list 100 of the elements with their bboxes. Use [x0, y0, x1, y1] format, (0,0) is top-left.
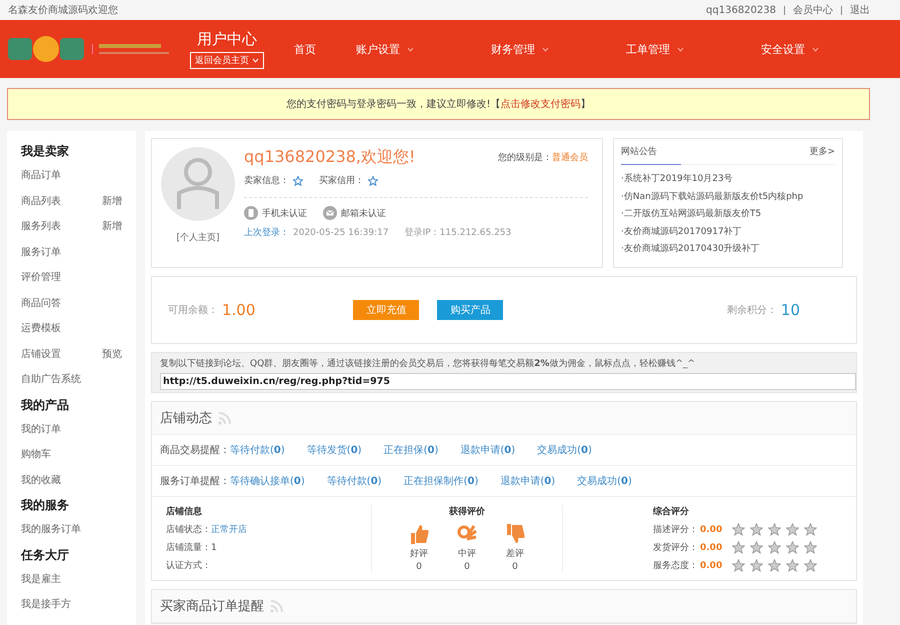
alert-text: 您的支付密码与登录密码一致，建议立即修改!【点击修改支付密码】	[286, 98, 590, 111]
section-title: 获得评价	[449, 505, 485, 518]
reminder-link[interactable]: 正在担保制作(0)	[404, 474, 478, 488]
star-icon	[732, 559, 746, 572]
auth-method: 认证方式：	[166, 560, 212, 572]
caret-icon	[407, 46, 414, 52]
star-icon	[732, 523, 746, 536]
star-icon	[768, 523, 782, 536]
score-label: 发货评分：	[653, 542, 698, 554]
reminder-link[interactable]: 正在担保(0)	[384, 443, 438, 457]
sidebar-action[interactable]: 新增	[102, 188, 122, 214]
caret-icon	[252, 58, 259, 62]
homepage-link[interactable]: [个人主页]	[176, 231, 220, 244]
top-link[interactable]: 退出	[850, 3, 870, 17]
last-login-label: 上次登录：	[244, 226, 289, 239]
referral-url-field[interactable]: http://t5.duweixin.cn/reg/reg.php?tid=975	[160, 373, 856, 390]
reminder-link[interactable]: 等待付款(0)	[230, 443, 285, 457]
star-icon	[750, 523, 764, 536]
back-button[interactable]: 返回会员主页	[190, 52, 264, 68]
reminder-link[interactable]: 退款申请(0)	[460, 443, 516, 457]
reminder-link[interactable]: 等待确认接单(0)	[230, 474, 305, 488]
notice-title: 网站公告	[621, 145, 681, 165]
sidebar-action[interactable]: 预览	[102, 342, 122, 367]
review-count: 0	[416, 562, 422, 572]
reminder-link[interactable]: 退款申请(0)	[500, 474, 556, 488]
reminder-link[interactable]: 交易成功(0)	[537, 443, 592, 457]
sidebar-action[interactable]: 新增	[102, 214, 122, 240]
rss-icon	[218, 411, 232, 425]
sidebar-item[interactable]: 店铺设置	[21, 342, 61, 367]
sidebar-item[interactable]: 我的服务订单	[21, 517, 81, 542]
star-icon	[293, 176, 303, 186]
store-status: 店铺状态：正常开店	[166, 524, 248, 536]
panel-title: 买家商品订单提醒	[160, 598, 264, 615]
reminder-link[interactable]: 等待发货(0)	[306, 443, 362, 457]
sidebar-item[interactable]: 我是雇主	[21, 566, 61, 592]
score-label: 服务态度：	[653, 560, 698, 572]
score-value: 0.00	[700, 524, 722, 534]
phone-status: 手机未认证	[262, 208, 307, 220]
sidebar-item[interactable]: 运费模板	[21, 316, 61, 342]
reminder-label: 商品交易提醒：	[160, 444, 230, 457]
more-link[interactable]: 更多>	[809, 145, 835, 158]
buyer-credit-label: 买家信用：	[319, 174, 364, 187]
notice-item[interactable]: ·系统补丁2019年10月23号	[621, 171, 835, 189]
sidebar-item[interactable]: 商品订单	[21, 163, 61, 188]
thumbs-up-icon	[408, 523, 430, 545]
star-icon	[750, 559, 764, 572]
sidebar-item[interactable]: 服务订单	[21, 240, 61, 265]
store-traffic: 店铺流量：1	[166, 542, 218, 554]
points-label: 剩余积分：	[726, 304, 777, 317]
review-label: 好评	[410, 548, 428, 560]
avatar-icon	[161, 147, 235, 221]
alert-link[interactable]: 点击修改支付密码	[500, 99, 580, 110]
reminder-link[interactable]: 等待付款(0)	[326, 474, 382, 488]
sidebar-item[interactable]: 评价管理	[21, 265, 61, 290]
review-label: 中评	[458, 548, 476, 560]
level-text: 您的级别是：普通会员	[498, 151, 588, 164]
sidebar-item[interactable]: 商品问答	[21, 290, 61, 316]
nav-link[interactable]: 首页	[294, 42, 356, 56]
star-icon	[786, 541, 800, 554]
nav-link[interactable]: 安全设置	[761, 42, 896, 56]
notice-item[interactable]: ·二开版仿互站网源码最新版友价T5	[621, 206, 835, 224]
score-value: 0.00	[700, 542, 722, 552]
buy-button[interactable]: 购买产品	[437, 300, 504, 320]
sidebar-item[interactable]: 我是接手方	[21, 592, 71, 618]
sidebar-item[interactable]: 服务列表	[21, 214, 61, 240]
reminder-link[interactable]: 交易成功(0)	[577, 474, 632, 488]
sidebar-item[interactable]: 自助广告系统	[21, 367, 81, 392]
sidebar-heading: 我的产品	[21, 396, 70, 414]
thumbs-down-icon	[504, 523, 526, 545]
seller-credit-label: 卖家信息：	[244, 174, 289, 187]
points-value: 10	[780, 301, 800, 319]
reminder-label: 服务订单提醒：	[160, 474, 230, 488]
top-link[interactable]: 会员中心	[793, 3, 833, 17]
notice-item[interactable]: ·友价商城源码20170430升级补丁	[621, 241, 835, 259]
score-value: 0.00	[700, 560, 722, 570]
caret-icon	[812, 46, 819, 52]
star-icon	[768, 541, 782, 554]
nav-link[interactable]: 账户设置	[356, 42, 491, 56]
welcome-text: 名森友价商城源码欢迎您	[8, 4, 118, 17]
nav-link[interactable]: 工单管理	[626, 42, 761, 56]
sidebar-item[interactable]: 购物车	[21, 442, 51, 468]
sidebar-heading: 我是卖家	[21, 143, 70, 160]
header-title: 用户中心	[197, 30, 257, 48]
sidebar-heading: 任务大厅	[21, 546, 70, 564]
sidebar-item[interactable]: 我的收藏	[21, 468, 61, 493]
nav-link[interactable]: 财务管理	[491, 42, 626, 56]
star-icon	[732, 541, 746, 554]
notice-item[interactable]: ·仿Nan源码下载站源码最新版友价t5内核php	[621, 188, 835, 206]
sidebar-item[interactable]: 我的订单	[21, 416, 61, 442]
star-icon	[768, 559, 782, 572]
rss-icon	[270, 599, 284, 613]
notice-item[interactable]: ·友价商城源码20170917补丁	[621, 224, 835, 242]
login-ip: 登录IP：115.212.65.253	[404, 226, 512, 239]
sidebar-item[interactable]: 商品列表	[21, 188, 61, 214]
star-icon	[786, 559, 800, 572]
balance-amount: 1.00	[222, 301, 256, 319]
mail-icon	[323, 206, 337, 220]
top-link[interactable]: qq136820238	[706, 4, 776, 16]
section-title: 综合评分	[653, 505, 690, 518]
star-icon	[804, 559, 818, 572]
